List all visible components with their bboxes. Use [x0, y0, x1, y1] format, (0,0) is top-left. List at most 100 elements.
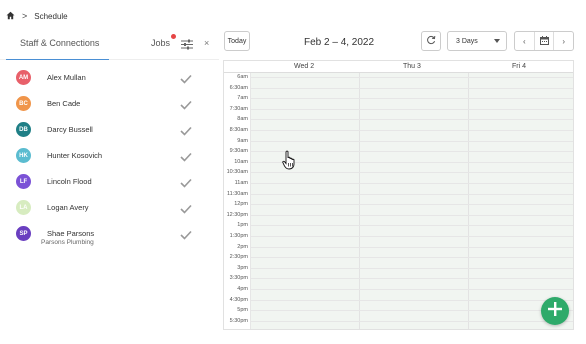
- time-slot-line: [251, 257, 573, 259]
- view-select-value: 3 Days: [456, 37, 478, 45]
- calendar-icon: [539, 35, 549, 47]
- time-label: 10:30am: [226, 169, 248, 176]
- check-icon[interactable]: [180, 97, 192, 110]
- staff-list: AM Alex Mullan BC Ben Cade DB Darcy Bussell HK…: [0, 66, 219, 248]
- time-slot-line: [251, 161, 573, 163]
- time-slot-line: [251, 289, 573, 290]
- avatar-initials: LA: [19, 204, 28, 211]
- time-label: 5:30pm: [229, 317, 248, 324]
- calendar-picker-button[interactable]: [533, 32, 555, 50]
- avatar: DB: [16, 122, 31, 137]
- day-header-thu: Thu 3: [403, 63, 421, 70]
- time-label: 11:30am: [227, 190, 248, 197]
- time-slot-line: [251, 77, 573, 78]
- staff-row[interactable]: DB Darcy Bussell: [0, 118, 219, 144]
- time-slot-line: [251, 299, 573, 301]
- staff-row[interactable]: LA Logan Avery: [0, 196, 219, 222]
- time-label: 12pm: [234, 201, 248, 208]
- time-slot-line: [251, 119, 573, 121]
- close-icon[interactable]: ×: [204, 38, 209, 48]
- day-divider: [359, 73, 360, 329]
- day-column-thu[interactable]: [360, 73, 468, 329]
- staff-name: Lincoln Flood: [47, 177, 92, 186]
- time-slot-line: [251, 140, 573, 142]
- check-icon[interactable]: [180, 175, 192, 188]
- time-label: 1pm: [237, 222, 248, 229]
- time-slot-line: [251, 130, 573, 131]
- staff-row[interactable]: LF Lincoln Flood: [0, 170, 219, 196]
- avatar: AM: [16, 70, 31, 85]
- time-slot-line: [251, 151, 573, 153]
- staff-panel: Staff & Connections Jobs × AM Alex Mullan…: [0, 28, 219, 344]
- time-label: 11am: [234, 180, 248, 186]
- check-icon[interactable]: [180, 227, 192, 240]
- time-slot-line: [251, 278, 573, 280]
- view-select[interactable]: 3 Days: [447, 31, 507, 51]
- check-icon[interactable]: [180, 149, 192, 162]
- time-label: 5pm: [237, 307, 248, 314]
- day-column-fri[interactable]: [469, 73, 573, 329]
- home-icon[interactable]: [6, 11, 15, 22]
- day-divider: [468, 73, 469, 329]
- time-slot-line: [251, 225, 573, 227]
- date-range-title: Feb 2 – 4, 2022: [304, 37, 375, 48]
- panel-tabs: Staff & Connections Jobs ×: [0, 28, 219, 60]
- staff-name: Logan Avery: [47, 203, 89, 212]
- time-label: 4pm: [237, 286, 248, 292]
- time-slot-line: [251, 193, 573, 195]
- staff-name: Shae Parsons: [47, 229, 95, 238]
- breadcrumb-separator: >: [22, 11, 28, 21]
- check-icon[interactable]: [180, 123, 192, 136]
- staff-row[interactable]: SP Shae Parsons Parsons Plumbing: [0, 222, 219, 248]
- check-icon[interactable]: [180, 201, 192, 214]
- avatar-initials: AM: [18, 74, 29, 81]
- today-button[interactable]: Today: [224, 31, 250, 51]
- time-label: 7:30am: [229, 105, 248, 112]
- staff-row[interactable]: HK Hunter Kosovich: [0, 144, 219, 170]
- staff-row[interactable]: BC Ben Cade: [0, 92, 219, 118]
- avatar-initials: LF: [19, 178, 28, 185]
- time-slot-line: [251, 204, 573, 206]
- time-label: 7am: [237, 95, 248, 102]
- staff-name: Hunter Kosovich: [47, 151, 103, 160]
- time-label: 9am: [237, 137, 248, 144]
- tab-staff-connections[interactable]: Staff & Connections: [20, 38, 99, 48]
- active-tab-indicator: [6, 59, 109, 60]
- avatar-initials: DB: [19, 126, 28, 133]
- staff-row[interactable]: AM Alex Mullan: [0, 66, 219, 92]
- next-button[interactable]: ›: [554, 32, 573, 50]
- time-slot-line: [251, 246, 573, 248]
- day-column-wed[interactable]: [251, 73, 359, 329]
- calendar-header: Wed 2 Thu 3 Fri 4: [224, 61, 573, 73]
- tab-jobs[interactable]: Jobs: [151, 38, 170, 48]
- time-slot-line: [251, 183, 573, 184]
- time-label: 8am: [237, 116, 248, 123]
- time-label: 1:30pm: [229, 233, 248, 239]
- time-slot-line: [251, 98, 573, 100]
- time-label: 3:30pm: [229, 275, 248, 282]
- filter-sliders-icon[interactable]: [181, 37, 193, 50]
- staff-name: Darcy Bussell: [47, 125, 93, 134]
- calendar-grid: Wed 2 Thu 3 Fri 4 6am 6:30am 7am 7:30am 8am 8…: [223, 60, 574, 330]
- time-label: 2pm: [237, 243, 248, 250]
- refresh-button[interactable]: [421, 31, 441, 51]
- chevron-down-icon: [494, 39, 500, 43]
- avatar: SP: [16, 226, 31, 241]
- time-label: 2:30pm: [229, 254, 248, 261]
- avatar-initials: SP: [19, 230, 28, 237]
- time-slot-line: [251, 172, 573, 174]
- date-navigation: ‹ ›: [514, 31, 574, 51]
- calendar-body[interactable]: 6am 6:30am 7am 7:30am 8am 8:30am 9am 9:30am 10am…: [224, 73, 573, 329]
- day-header-fri: Fri 4: [512, 63, 526, 70]
- time-label: 10am: [234, 158, 248, 165]
- staff-name: Alex Mullan: [47, 73, 86, 82]
- check-icon[interactable]: [180, 71, 192, 84]
- plus-icon: [548, 301, 562, 321]
- time-label: 9:30am: [229, 148, 248, 155]
- add-event-button[interactable]: [541, 297, 569, 325]
- time-label: 6am: [237, 74, 248, 80]
- prev-button[interactable]: ‹: [515, 32, 534, 50]
- avatar: LF: [16, 174, 31, 189]
- refresh-icon: [426, 32, 436, 50]
- day-header-wed: Wed 2: [294, 63, 315, 70]
